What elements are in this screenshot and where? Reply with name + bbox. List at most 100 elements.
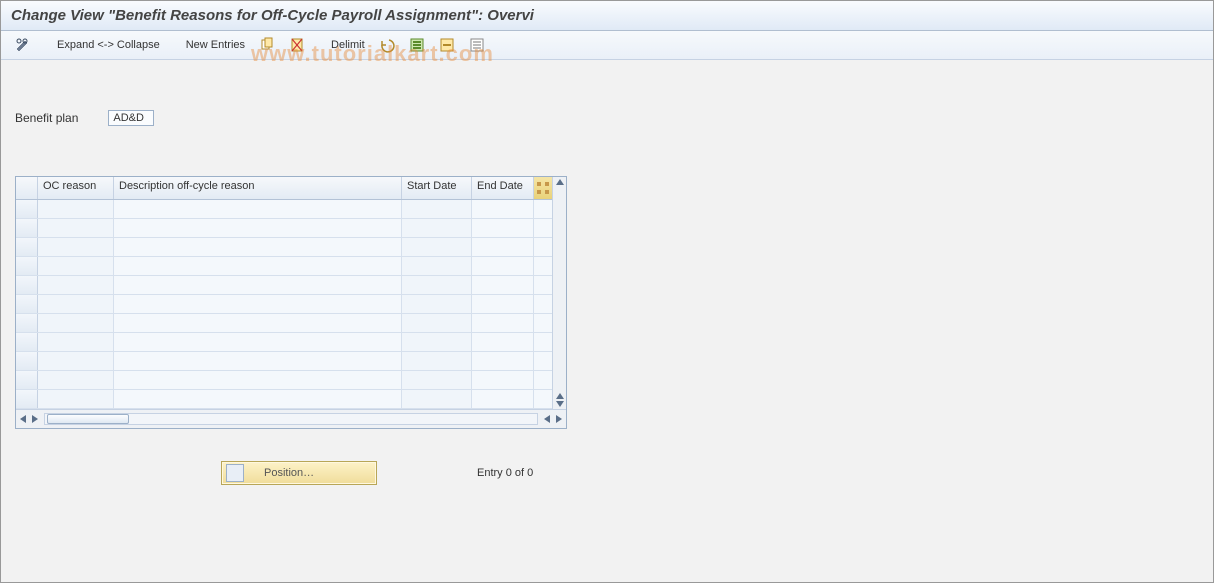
table-row[interactable] <box>16 200 552 219</box>
hscroll-track[interactable] <box>44 413 538 425</box>
cell-oc-reason[interactable] <box>38 371 114 389</box>
delimit-button[interactable]: Delimit <box>327 37 369 53</box>
hscroll-thumb[interactable] <box>47 414 129 424</box>
cell-spacer <box>534 276 552 294</box>
cell-end-date[interactable] <box>472 219 534 237</box>
cell-end-date[interactable] <box>472 371 534 389</box>
table-header-start-date[interactable]: Start Date <box>402 177 472 199</box>
cell-oc-reason[interactable] <box>38 276 114 294</box>
cell-end-date[interactable] <box>472 333 534 351</box>
cell-start-date[interactable] <box>402 238 472 256</box>
row-selector[interactable] <box>16 295 38 313</box>
table-row[interactable] <box>16 333 552 352</box>
app-frame: Change View "Benefit Reasons for Off-Cyc… <box>0 0 1214 583</box>
row-selector[interactable] <box>16 390 38 408</box>
table-header-select-column[interactable] <box>16 177 38 199</box>
cell-description[interactable] <box>114 352 402 370</box>
deselect-all-button[interactable] <box>465 35 489 55</box>
cell-description[interactable] <box>114 276 402 294</box>
cell-oc-reason[interactable] <box>38 333 114 351</box>
select-block-button[interactable] <box>435 35 459 55</box>
cell-oc-reason[interactable] <box>38 314 114 332</box>
table-row[interactable] <box>16 257 552 276</box>
copy-icon <box>259 37 275 53</box>
benefit-plan-value[interactable]: AD&D <box>108 110 154 126</box>
vertical-scrollbar[interactable] <box>552 177 566 409</box>
table-body <box>16 200 552 409</box>
table-config-icon <box>535 180 551 196</box>
table-row[interactable] <box>16 276 552 295</box>
cell-end-date[interactable] <box>472 390 534 408</box>
select-all-button[interactable] <box>405 35 429 55</box>
table-row[interactable] <box>16 314 552 333</box>
cell-start-date[interactable] <box>402 200 472 218</box>
row-selector[interactable] <box>16 200 38 218</box>
delete-button[interactable] <box>285 35 309 55</box>
row-selector[interactable] <box>16 333 38 351</box>
cell-oc-reason[interactable] <box>38 295 114 313</box>
row-selector[interactable] <box>16 314 38 332</box>
cell-end-date[interactable] <box>472 257 534 275</box>
cell-end-date[interactable] <box>472 200 534 218</box>
horizontal-scrollbar[interactable] <box>16 409 566 428</box>
cell-end-date[interactable] <box>472 352 534 370</box>
table-header-description[interactable]: Description off-cycle reason <box>114 177 402 199</box>
cell-start-date[interactable] <box>402 257 472 275</box>
row-selector[interactable] <box>16 371 38 389</box>
table-header-oc-reason[interactable]: OC reason <box>38 177 114 199</box>
cell-description[interactable] <box>114 257 402 275</box>
table-row[interactable] <box>16 371 552 390</box>
table-config-button[interactable] <box>534 177 552 199</box>
benefit-plan-label: Benefit plan <box>15 111 78 125</box>
cell-oc-reason[interactable] <box>38 257 114 275</box>
scroll-up-icon <box>556 179 564 185</box>
row-selector[interactable] <box>16 238 38 256</box>
cell-oc-reason[interactable] <box>38 219 114 237</box>
cell-oc-reason[interactable] <box>38 390 114 408</box>
cell-end-date[interactable] <box>472 295 534 313</box>
cell-description[interactable] <box>114 371 402 389</box>
cell-description[interactable] <box>114 219 402 237</box>
cell-end-date[interactable] <box>472 314 534 332</box>
table-row[interactable] <box>16 219 552 238</box>
title-bar: Change View "Benefit Reasons for Off-Cyc… <box>1 1 1213 31</box>
cell-start-date[interactable] <box>402 352 472 370</box>
table-header-end-date[interactable]: End Date <box>472 177 534 199</box>
cell-end-date[interactable] <box>472 238 534 256</box>
table-row[interactable] <box>16 390 552 409</box>
cell-start-date[interactable] <box>402 295 472 313</box>
row-selector[interactable] <box>16 276 38 294</box>
cell-description[interactable] <box>114 314 402 332</box>
cell-start-date[interactable] <box>402 333 472 351</box>
cell-description[interactable] <box>114 390 402 408</box>
table-row[interactable] <box>16 238 552 257</box>
cell-end-date[interactable] <box>472 276 534 294</box>
row-selector[interactable] <box>16 219 38 237</box>
cell-description[interactable] <box>114 295 402 313</box>
cell-oc-reason[interactable] <box>38 352 114 370</box>
row-selector[interactable] <box>16 257 38 275</box>
cell-oc-reason[interactable] <box>38 200 114 218</box>
position-button[interactable]: Position… <box>221 461 377 485</box>
table-row[interactable] <box>16 352 552 371</box>
cell-description[interactable] <box>114 333 402 351</box>
cell-description[interactable] <box>114 238 402 256</box>
cell-start-date[interactable] <box>402 390 472 408</box>
cell-oc-reason[interactable] <box>38 238 114 256</box>
cell-description[interactable] <box>114 200 402 218</box>
cell-spacer <box>534 200 552 218</box>
row-selector[interactable] <box>16 352 38 370</box>
cell-spacer <box>534 333 552 351</box>
cell-spacer <box>534 238 552 256</box>
table-row[interactable] <box>16 295 552 314</box>
cell-start-date[interactable] <box>402 276 472 294</box>
undo-change-button[interactable] <box>375 35 399 55</box>
expand-collapse-button[interactable]: Expand <-> Collapse <box>53 37 164 53</box>
copy-as-button[interactable] <box>255 35 279 55</box>
cell-start-date[interactable] <box>402 371 472 389</box>
new-entries-button[interactable]: New Entries <box>182 37 249 53</box>
toggle-display-change-button[interactable] <box>11 35 35 55</box>
cell-start-date[interactable] <box>402 314 472 332</box>
cell-start-date[interactable] <box>402 219 472 237</box>
scroll-up-icon <box>556 393 564 399</box>
